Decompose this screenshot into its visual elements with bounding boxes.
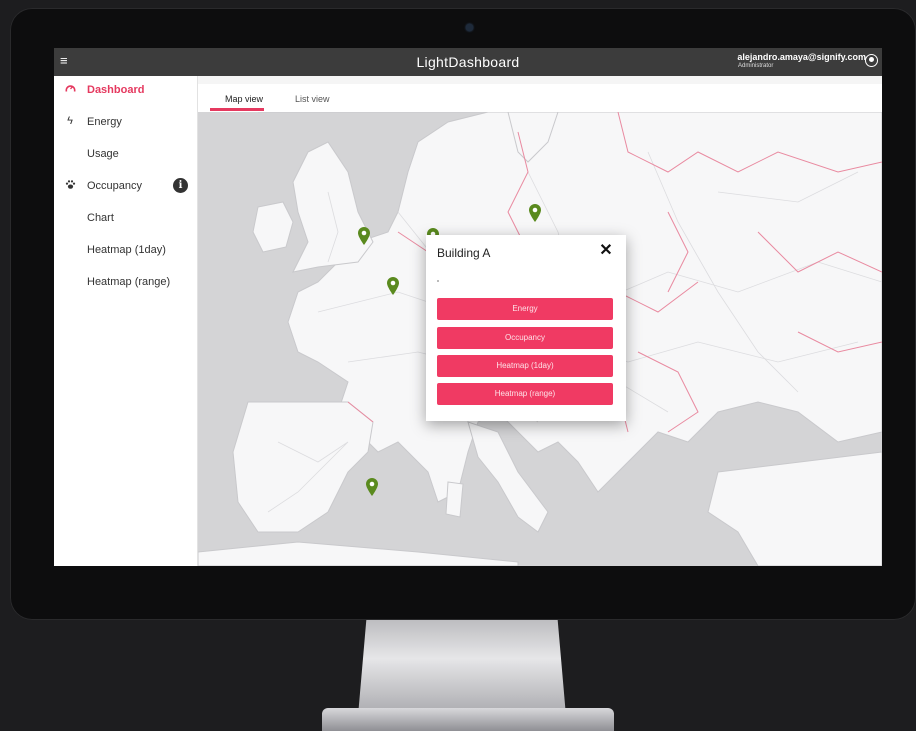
heatmap-range-button[interactable]: Heatmap (range): [437, 383, 613, 405]
active-tab-indicator: [210, 108, 264, 111]
user-role: Administrator: [738, 63, 774, 69]
map-pin-icon[interactable]: [366, 478, 378, 496]
view-tabs: Map view List view: [198, 84, 882, 112]
map-pin-icon[interactable]: [529, 204, 541, 222]
webcam-dot: [466, 24, 473, 31]
sidebar-item-heatmap-1day[interactable]: Heatmap (1day): [54, 240, 197, 262]
sidebar-item-usage[interactable]: Usage: [54, 144, 197, 166]
sidebar-item-chart[interactable]: Chart: [54, 208, 197, 230]
app-screen: ≡ LightDashboard alejandro.amaya@signify…: [54, 48, 882, 566]
sidebar-item-occupancy[interactable]: Occupancy i: [54, 176, 197, 198]
map-pin-icon[interactable]: [387, 277, 399, 295]
user-email[interactable]: alejandro.amaya@signify.com: [737, 52, 866, 62]
monitor-stand-base: [322, 708, 614, 731]
sidebar-item-label: Chart: [87, 212, 114, 224]
sidebar-item-label: Occupancy: [87, 180, 143, 192]
account-circle-icon[interactable]: [865, 54, 878, 67]
lightning-icon: ϟ: [67, 115, 73, 127]
top-bar: ≡ LightDashboard alejandro.amaya@signify…: [54, 48, 882, 76]
sidebar-item-dashboard[interactable]: Dashboard: [54, 80, 197, 102]
sidebar-item-label: Heatmap (1day): [87, 244, 166, 256]
sidebar: Dashboard ϟ Energy Usage Occupancy i Cha…: [54, 76, 198, 566]
sidebar-item-label: Dashboard: [87, 84, 145, 96]
map-pin-icon[interactable]: [358, 227, 370, 245]
energy-button[interactable]: Energy: [437, 298, 613, 320]
occupancy-button[interactable]: Occupancy: [437, 327, 613, 349]
info-icon[interactable]: i: [173, 178, 188, 193]
sidebar-item-heatmap-range[interactable]: Heatmap (range): [54, 272, 197, 294]
dashboard-gauge-icon: [64, 83, 76, 97]
sidebar-item-label: Energy: [87, 116, 122, 128]
sidebar-item-label: Usage: [87, 148, 119, 160]
tab-list-view[interactable]: List view: [295, 94, 330, 112]
popup-title: Building A: [437, 246, 491, 260]
sidebar-item-label: Heatmap (range): [87, 276, 171, 288]
heatmap-1day-button[interactable]: Heatmap (1day): [437, 355, 613, 377]
close-icon[interactable]: ✕: [598, 242, 614, 260]
popup-divider-dot: [437, 280, 439, 282]
paw-icon: [64, 179, 76, 193]
sidebar-item-energy[interactable]: ϟ Energy: [54, 112, 197, 134]
building-popup: Building A ✕ Energy Occupancy Heatmap (1…: [426, 235, 626, 421]
monitor-stand: [358, 620, 566, 716]
